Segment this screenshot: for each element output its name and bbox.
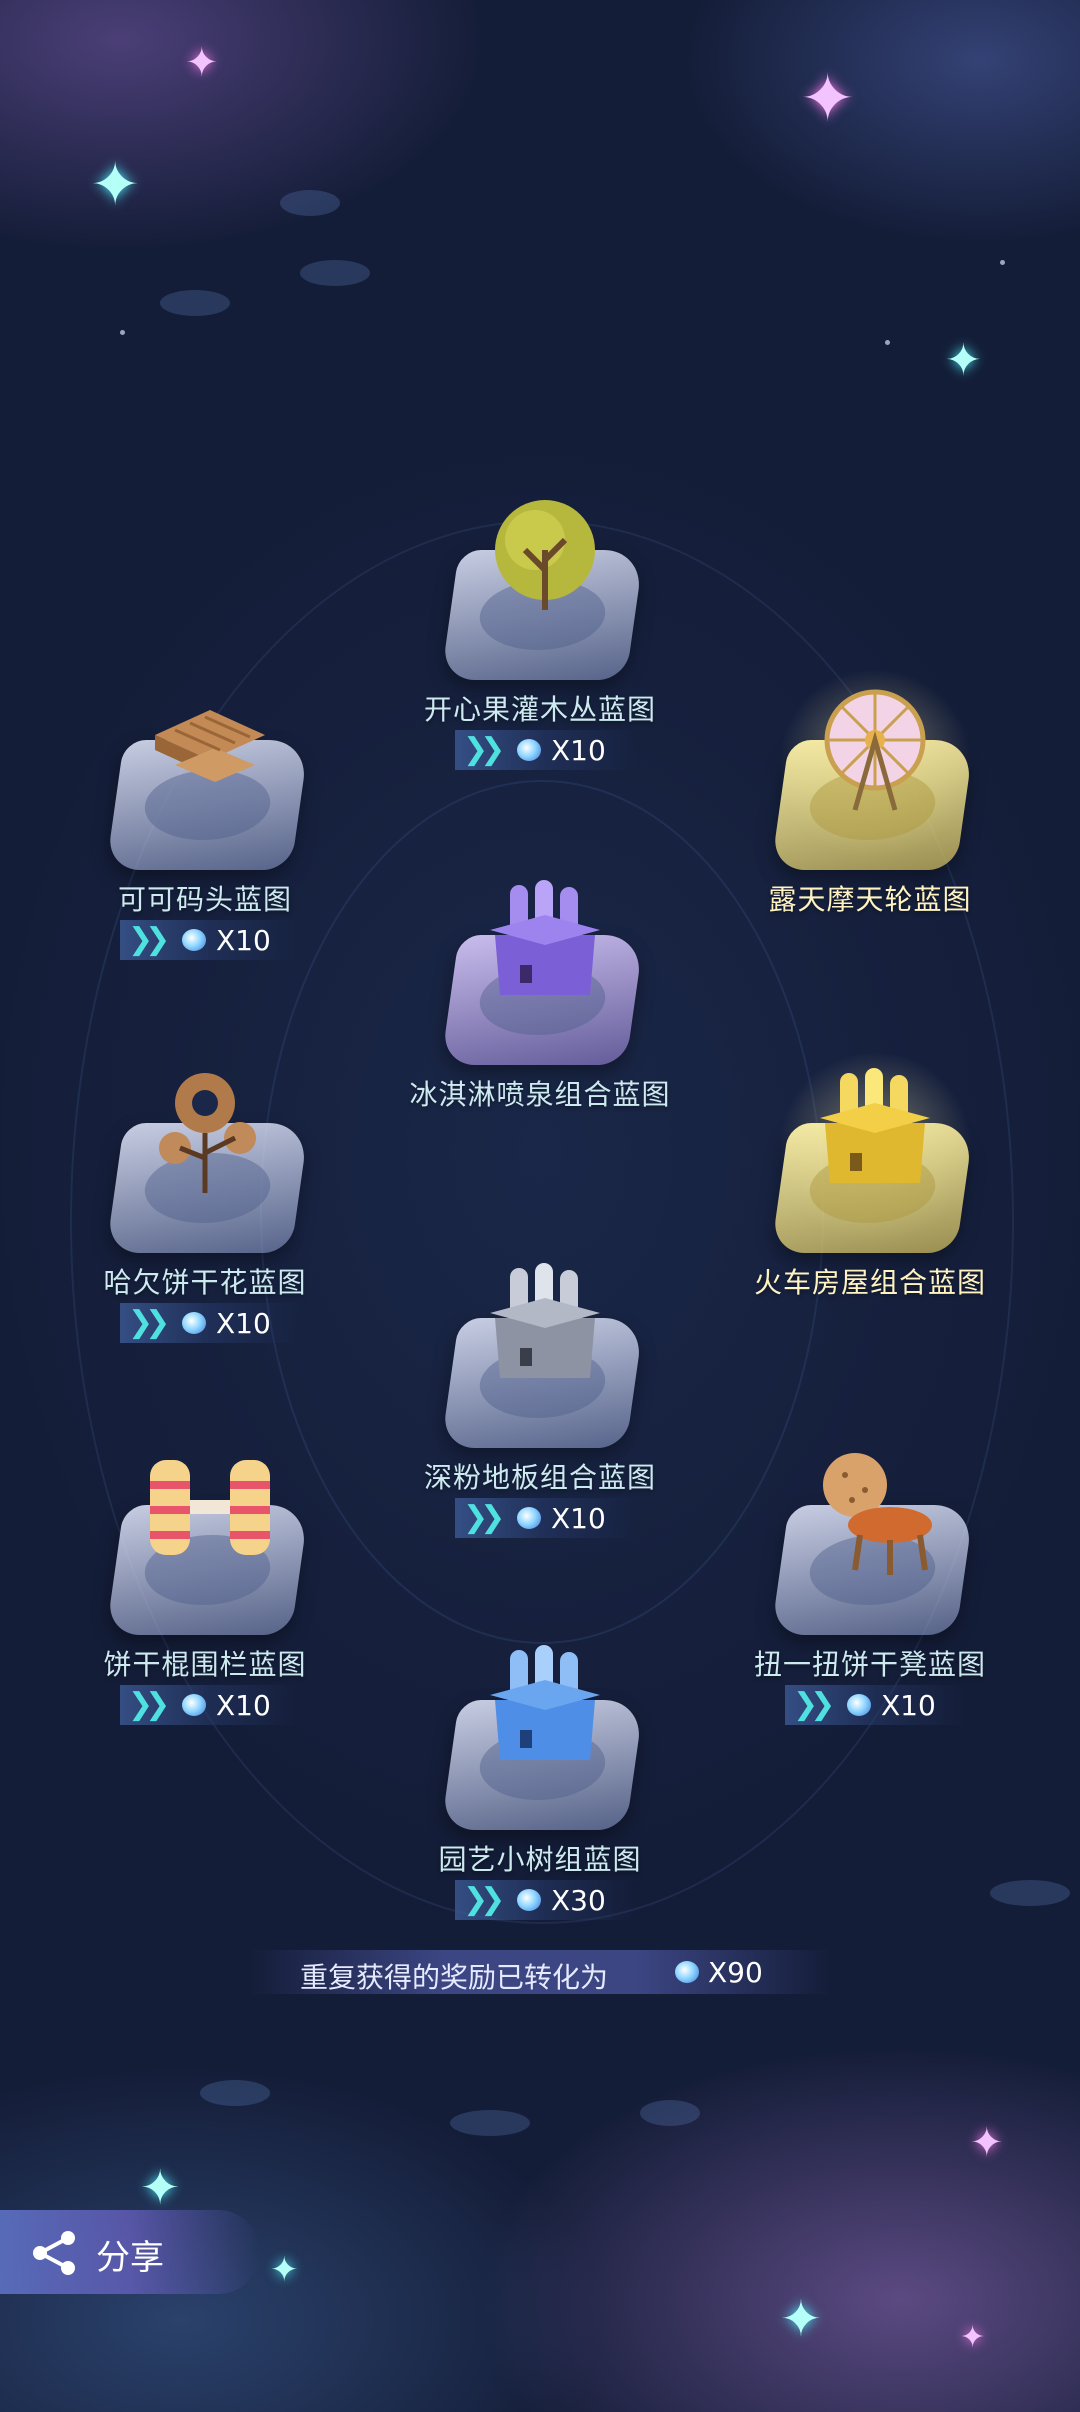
blueprint-card[interactable]: 扭一扭饼干凳蓝图 ❯❯ X10 — [740, 1415, 1000, 1725]
reward-quantity: X10 — [881, 1689, 936, 1722]
blue-gem-icon — [847, 1694, 871, 1716]
reward-quantity: X30 — [551, 1884, 606, 1917]
blue-gem-icon — [517, 1507, 541, 1529]
blue-gem-icon — [182, 1694, 206, 1716]
reward-badge: ❯❯ X10 — [455, 730, 635, 770]
item-name: 火车房屋组合蓝图 — [753, 1266, 986, 1299]
ferris-wheel-icon — [824, 689, 926, 811]
sparkle-icon: ✦ — [90, 150, 141, 220]
blue-gem-icon — [517, 739, 541, 761]
fish-silhouette — [640, 2100, 700, 2126]
share-button[interactable]: 分享 — [0, 2210, 260, 2294]
chevron-right-icon: ❯❯ — [793, 1687, 835, 1722]
blueprint-card[interactable]: 深粉地板组合蓝图 ❯❯ X10 — [410, 1228, 670, 1538]
chevron-right-icon: ❯❯ — [463, 1882, 505, 1917]
chevron-right-icon: ❯❯ — [128, 1687, 170, 1722]
blue-gem-icon — [182, 929, 206, 951]
garden-tree-icon — [490, 1645, 600, 1760]
blueprint-card[interactable]: 冰淇淋喷泉组合蓝图 — [409, 845, 670, 1111]
blue-gem-icon — [517, 1889, 541, 1911]
pink-floor-icon — [490, 1263, 600, 1378]
blueprint-card[interactable]: 可可码头蓝图 ❯❯ X10 — [75, 650, 335, 960]
blueprint-card[interactable]: 开心果灌木丛蓝图 ❯❯ X10 — [410, 460, 670, 770]
reward-badge: ❯❯ X30 — [455, 1880, 635, 1920]
sparkle-icon: ✦ — [970, 2120, 1004, 2166]
item-name: 露天摩天轮蓝图 — [768, 883, 972, 916]
conversion-summary: 重复获得的奖励已转化为 X90 — [250, 1950, 830, 1994]
chevron-right-icon: ❯❯ — [463, 1500, 505, 1535]
item-name: 冰淇淋喷泉组合蓝图 — [409, 1078, 671, 1111]
chevron-right-icon: ❯❯ — [128, 922, 170, 957]
reward-badge: ❯❯ X10 — [120, 1303, 300, 1343]
sparkle-icon: ✦ — [270, 2250, 299, 2290]
reward-badge: ❯❯ X10 — [455, 1498, 635, 1538]
sparkle-icon: ✦ — [960, 2320, 986, 2355]
share-label: 分享 — [96, 2238, 164, 2278]
cookie-stool-icon — [823, 1453, 932, 1575]
sparkle-icon: ✦ — [780, 2290, 822, 2348]
summary-total: X90 — [708, 1956, 763, 1989]
blueprint-card[interactable]: 哈欠饼干花蓝图 ❯❯ X10 — [75, 1033, 335, 1343]
item-name: 深粉地板组合蓝图 — [423, 1461, 656, 1494]
chevron-right-icon: ❯❯ — [463, 732, 505, 767]
reward-quantity: X10 — [216, 1689, 271, 1722]
blueprint-card[interactable]: 火车房屋组合蓝图 — [740, 1033, 1000, 1299]
sparkle-icon: ✦ — [800, 60, 856, 137]
reward-badge: ❯❯ X10 — [785, 1685, 965, 1725]
share-icon — [33, 2231, 75, 2275]
chevron-right-icon: ❯❯ — [128, 1305, 170, 1340]
blueprint-card[interactable]: 饼干棍围栏蓝图 ❯❯ X10 — [75, 1415, 335, 1725]
item-name: 哈欠饼干花蓝图 — [103, 1266, 307, 1299]
fish-silhouette — [160, 290, 230, 316]
star-dot — [1000, 260, 1005, 265]
star-dot — [120, 330, 125, 335]
reward-badge: ❯❯ X10 — [120, 920, 300, 960]
star-dot — [885, 340, 890, 345]
item-name: 园艺小树组蓝图 — [438, 1843, 642, 1876]
cookie-flower-icon — [159, 1073, 256, 1193]
sparkle-icon: ✦ — [140, 2160, 181, 2216]
item-name: 可可码头蓝图 — [117, 883, 292, 916]
train-house-icon — [820, 1068, 930, 1183]
fish-silhouette — [990, 1880, 1070, 1906]
reward-badge: ❯❯ X10 — [120, 1685, 300, 1725]
blue-gem-icon — [675, 1961, 699, 1983]
fish-silhouette — [450, 2110, 530, 2136]
summary-text: 重复获得的奖励已转化为 — [300, 1961, 609, 1994]
fish-silhouette — [280, 190, 340, 216]
blue-gem-icon — [182, 1312, 206, 1334]
pistachio-bush-icon — [495, 500, 595, 610]
icecream-fountain-icon — [490, 880, 600, 995]
blueprint-card[interactable]: 园艺小树组蓝图 ❯❯ X30 — [410, 1610, 670, 1920]
fish-silhouette — [300, 260, 370, 286]
sparkle-icon: ✦ — [185, 40, 219, 86]
sparkle-icon: ✦ — [945, 335, 982, 386]
reward-quantity: X10 — [551, 1502, 606, 1535]
reward-quantity: X10 — [551, 734, 606, 767]
reward-quantity: X10 — [216, 1307, 271, 1340]
biscuit-fence-icon — [150, 1460, 270, 1555]
item-name: 开心果灌木丛蓝图 — [423, 693, 656, 726]
blueprint-card[interactable]: 露天摩天轮蓝图 — [740, 650, 1000, 916]
fish-silhouette — [200, 2080, 270, 2106]
item-name: 饼干棍围栏蓝图 — [103, 1648, 307, 1681]
item-name: 扭一扭饼干凳蓝图 — [753, 1648, 986, 1681]
cocoa-dock-icon — [155, 710, 265, 782]
reward-quantity: X10 — [216, 924, 271, 957]
